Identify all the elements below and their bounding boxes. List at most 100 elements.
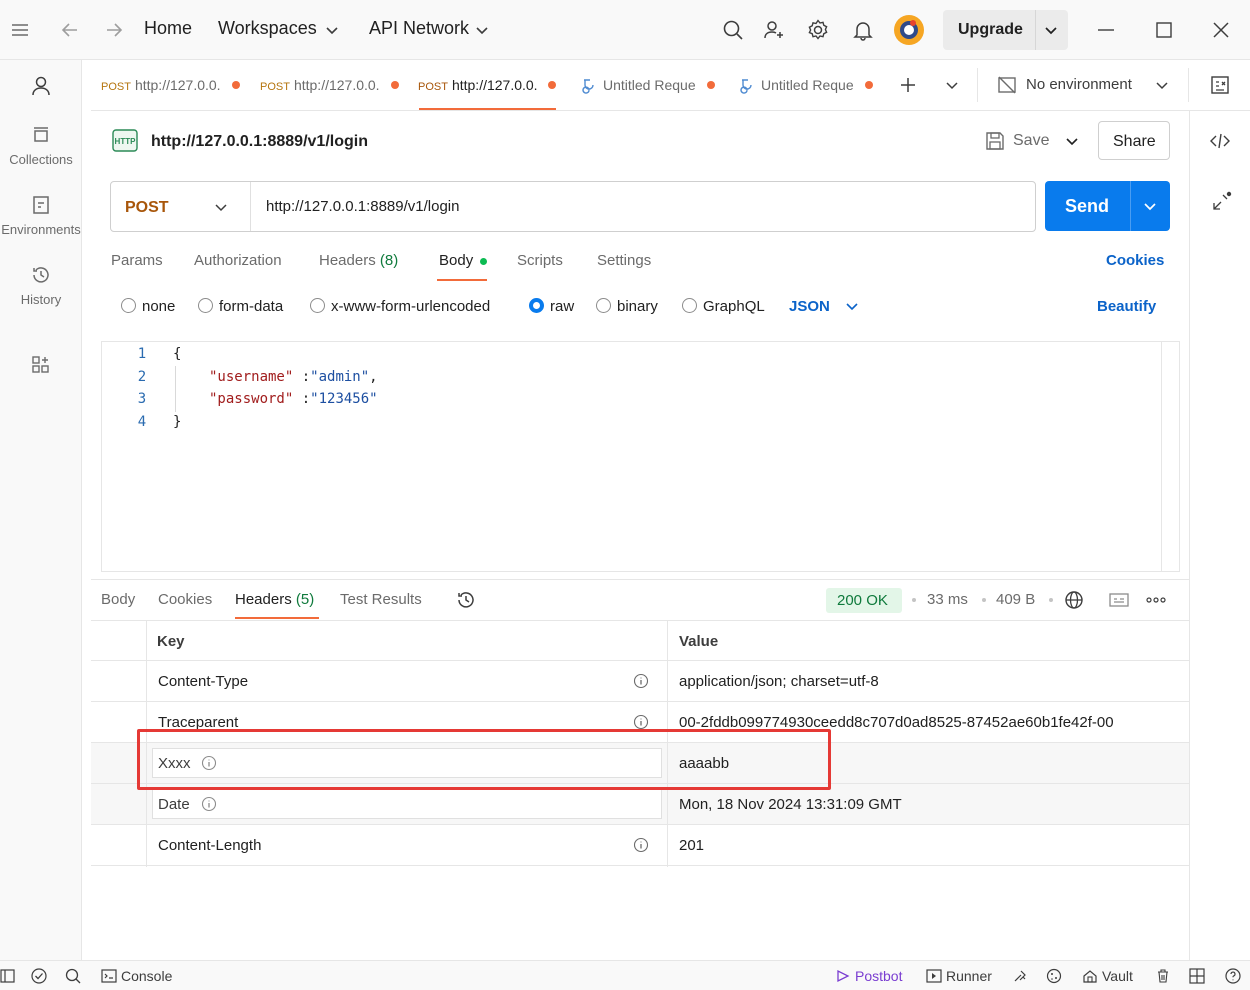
sidebar-item-history[interactable]: History	[0, 264, 82, 307]
api-network-menu[interactable]: API Network	[369, 18, 469, 39]
radio-raw-label: raw	[550, 298, 575, 315]
radio-urlencoded[interactable]	[310, 298, 325, 313]
table-row[interactable]: Content-Type application/json; charset=u…	[91, 661, 1189, 702]
more-options-icon[interactable]	[1145, 589, 1167, 611]
info-icon[interactable]	[201, 796, 217, 812]
table-row[interactable]: Date Mon, 18 Nov 2024 13:31:09 GMT	[91, 784, 1189, 825]
tab-title: http://127.0.0.	[134, 77, 221, 93]
response-tab-cookies[interactable]: Cookies	[158, 591, 212, 608]
capture-requests-icon[interactable]	[1012, 968, 1028, 984]
radio-raw[interactable]	[529, 298, 544, 313]
radio-form-data[interactable]	[198, 298, 213, 313]
status-badge[interactable]: 200 OK	[826, 588, 902, 613]
tab-scripts[interactable]: Scripts	[517, 252, 563, 269]
save-response-example-icon[interactable]	[1108, 589, 1130, 611]
save-icon[interactable]	[984, 130, 1006, 152]
response-tab-test-results[interactable]: Test Results	[340, 591, 422, 608]
chevron-down-icon[interactable]	[213, 198, 229, 216]
chevron-down-icon[interactable]	[324, 20, 348, 44]
body-active-dot	[480, 258, 487, 265]
postbot-button[interactable]: Postbot	[855, 968, 902, 984]
invite-user-icon[interactable]	[762, 18, 786, 42]
info-icon[interactable]	[633, 837, 649, 853]
new-tab-plus-icon[interactable]	[898, 75, 918, 95]
tab-authorization[interactable]: Authorization	[194, 252, 282, 269]
response-tab-body[interactable]: Body	[101, 591, 135, 608]
close-icon[interactable]	[1209, 18, 1233, 42]
response-size[interactable]: 409 B	[996, 591, 1035, 608]
request-tab[interactable]: POST http://127.0.0.	[101, 77, 241, 97]
toggle-sidebar-icon[interactable]	[0, 968, 16, 984]
home-link[interactable]: Home	[144, 18, 192, 39]
chevron-down-icon[interactable]	[1142, 197, 1158, 215]
tabs-overflow-chevron-icon[interactable]	[944, 76, 960, 94]
tab-title: http://127.0.0.	[293, 77, 380, 93]
console-button[interactable]: Console	[121, 968, 172, 984]
beautify-button[interactable]: Beautify	[1097, 298, 1156, 315]
request-tab[interactable]: POST http://127.0.0.	[260, 77, 400, 97]
environment-selector[interactable]: No environment	[1026, 76, 1132, 93]
response-time[interactable]: 33 ms	[927, 591, 968, 608]
menu-icon[interactable]	[10, 18, 34, 42]
related-collections-icon[interactable]	[1209, 190, 1233, 214]
radio-binary[interactable]	[596, 298, 611, 313]
column-header-key: Key	[157, 633, 185, 650]
cookies-link[interactable]: Cookies	[1106, 252, 1164, 269]
cookies-icon[interactable]	[1046, 968, 1062, 984]
response-history-icon[interactable]	[455, 589, 477, 611]
table-row[interactable]: Content-Length 201	[91, 825, 1189, 866]
maximize-icon[interactable]	[1152, 18, 1176, 42]
search-icon[interactable]	[721, 18, 745, 42]
tab-settings[interactable]: Settings	[597, 252, 651, 269]
save-options-chevron-icon[interactable]	[1063, 132, 1081, 150]
environment-quick-look-icon[interactable]	[1209, 74, 1231, 96]
workspaces-label: Workspaces	[218, 18, 317, 38]
info-icon[interactable]	[633, 714, 649, 730]
request-tab-active[interactable]: POST http://127.0.0.	[418, 77, 558, 97]
format-select[interactable]: JSON	[789, 298, 830, 315]
trash-icon[interactable]	[1155, 968, 1171, 984]
upgrade-button[interactable]: Upgrade	[943, 10, 1068, 50]
save-button[interactable]: Save	[1013, 132, 1049, 150]
request-tab[interactable]: Untitled Reque	[761, 77, 873, 97]
response-tab-headers[interactable]: Headers (5)	[235, 591, 314, 608]
runner-button[interactable]: Runner	[946, 968, 992, 984]
back-arrow-icon[interactable]	[58, 18, 82, 42]
tab-body[interactable]: Body	[439, 252, 473, 269]
method-select[interactable]: POST	[125, 199, 169, 217]
request-title[interactable]: http://127.0.0.1:8889/v1/login	[151, 133, 368, 151]
vault-button[interactable]: Vault	[1102, 968, 1133, 984]
chevron-down-icon[interactable]	[474, 20, 498, 44]
chevron-down-icon[interactable]	[1154, 76, 1170, 94]
sidebar-item-environments[interactable]: Environments	[0, 194, 82, 237]
tab-headers[interactable]: Headers (8)	[319, 252, 398, 269]
url-input[interactable]: http://127.0.0.1:8889/v1/login	[266, 198, 459, 215]
settings-gear-icon[interactable]	[806, 18, 830, 42]
header-value: 201	[679, 837, 705, 854]
avatar[interactable]	[893, 14, 925, 46]
minimize-icon[interactable]	[1094, 18, 1118, 42]
configure-sidebar-icon[interactable]	[30, 354, 52, 376]
find-replace-icon[interactable]	[64, 967, 82, 985]
workspaces-menu[interactable]: Workspaces	[218, 18, 317, 39]
request-tab[interactable]: Untitled Reque	[603, 77, 715, 97]
chevron-down-icon[interactable]	[844, 297, 860, 315]
online-status-icon[interactable]	[30, 967, 48, 985]
chevron-down-icon[interactable]	[1043, 21, 1059, 39]
radio-none[interactable]	[121, 298, 136, 313]
header-key-input[interactable]	[152, 789, 662, 819]
forward-arrow-icon[interactable]	[102, 18, 126, 42]
radio-graphql[interactable]	[682, 298, 697, 313]
sidebar-item-collections[interactable]: Collections	[0, 124, 82, 167]
tab-params[interactable]: Params	[111, 252, 163, 269]
notifications-bell-icon[interactable]	[851, 18, 875, 42]
info-icon[interactable]	[633, 673, 649, 689]
help-icon[interactable]	[1224, 967, 1242, 985]
code-snippet-icon[interactable]	[1209, 130, 1231, 152]
user-profile-icon[interactable]	[29, 74, 53, 98]
share-button[interactable]: Share	[1098, 121, 1170, 160]
editor-scrollbar-track[interactable]	[1161, 342, 1162, 571]
network-globe-icon[interactable]	[1063, 589, 1085, 611]
send-button[interactable]: Send	[1045, 181, 1170, 231]
two-pane-view-icon[interactable]	[1189, 968, 1205, 984]
